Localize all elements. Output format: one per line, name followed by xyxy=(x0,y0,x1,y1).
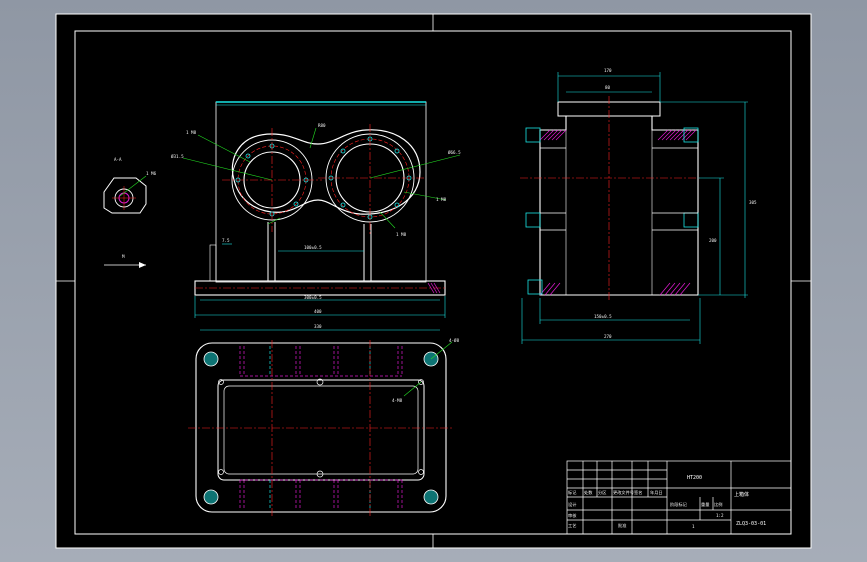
front-callout-5: 1 M8 xyxy=(436,197,447,202)
detail-callout: 1 M6 xyxy=(146,171,157,176)
front-callout-2: Ø31.5 xyxy=(171,154,184,159)
tb-row-4: 批准 xyxy=(618,522,626,529)
top-callout-2: 4-M8 xyxy=(392,398,403,403)
front-callout-6: 1 M8 xyxy=(396,232,407,237)
tb-name: 上箱体 xyxy=(734,491,749,498)
front-callout-3: R80 xyxy=(318,123,326,128)
detail-label: A-A xyxy=(114,157,122,162)
tb-header-6: 年月日 xyxy=(650,489,663,496)
tb-stage-label: 阶段标记 xyxy=(670,501,688,508)
front-callout-4: Ø66.5 xyxy=(448,150,461,155)
tb-header-4: 更改文件号 xyxy=(613,489,634,496)
tb-header-3: 分区 xyxy=(598,489,606,496)
front-callout-1: 1 M8 xyxy=(186,130,197,135)
tb-row-2: 审核 xyxy=(568,512,577,519)
front-dim-4: 400 xyxy=(314,309,322,314)
side-dim-4: 200 xyxy=(709,238,717,243)
side-dim-3: 305 xyxy=(749,200,757,205)
tb-row-3: 工艺 xyxy=(568,523,576,528)
top-callout-1: 4-Ø8 xyxy=(449,338,460,343)
side-dim-1: 170 xyxy=(604,68,612,73)
tb-weight-label: 重量 xyxy=(701,501,709,508)
cad-window: 1 M8 Ø31.5 R80 Ø66.5 1 M8 1 M8 7.5 100±0… xyxy=(0,0,867,562)
tb-scale-label: 比例 xyxy=(714,501,722,508)
tb-scale: 1:2 xyxy=(716,513,724,518)
side-dim-2: 80 xyxy=(605,85,611,90)
tb-header-5: 签名 xyxy=(634,489,642,496)
tb-header-1: 标记 xyxy=(568,489,577,496)
side-dim-6: 270 xyxy=(604,334,612,339)
tb-drawing-no: ZLQ3-03-01 xyxy=(736,521,766,527)
cad-drawing-canvas: 1 M8 Ø31.5 R80 Ø66.5 1 M8 1 M8 7.5 100±0… xyxy=(55,13,812,549)
side-dim-5: 150±0.5 xyxy=(594,314,612,319)
front-dim-3: 300±0.5 xyxy=(304,295,322,300)
front-dim-2: 100±0.5 xyxy=(304,245,322,250)
front-dim-1: 7.5 xyxy=(222,238,230,243)
tb-material: HT200 xyxy=(687,475,702,481)
top-dim-1: 330 xyxy=(314,324,322,329)
tb-row-1: 设计 xyxy=(568,501,576,508)
tb-header-2: 处数 xyxy=(584,489,593,496)
